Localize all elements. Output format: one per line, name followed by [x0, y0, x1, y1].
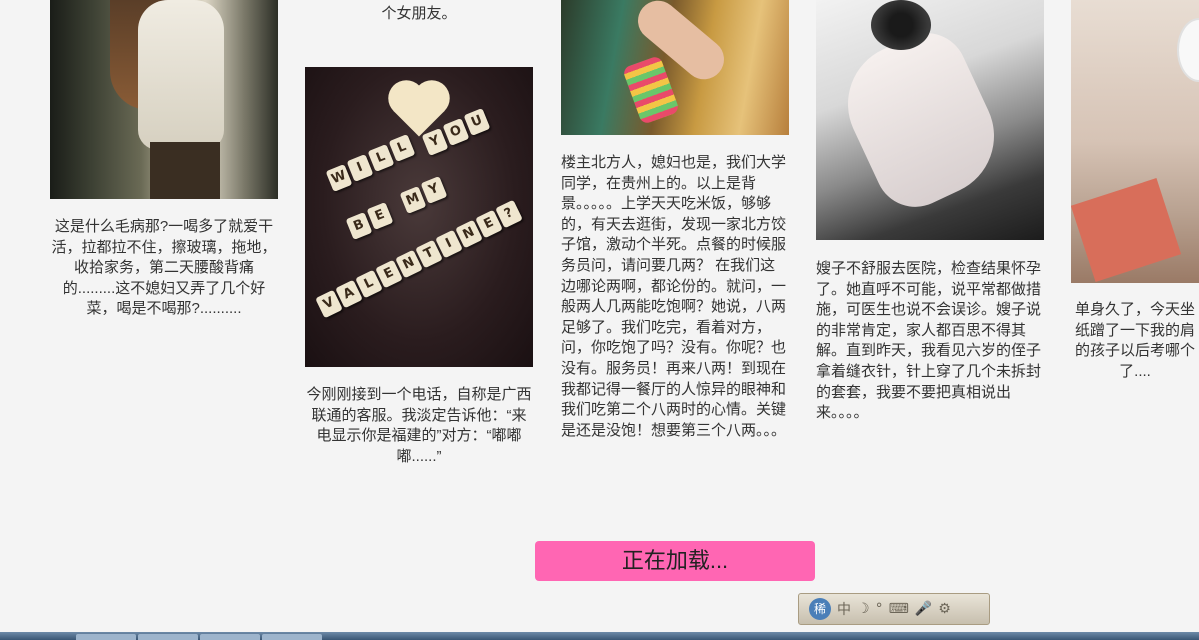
card-caption-5[interactable]: 单身久了，今天坐纸蹭了一下我的肩的孩子以后考哪个了....	[1071, 300, 1199, 384]
letter-tile: U	[463, 108, 491, 136]
punctuation-icon[interactable]: °	[876, 601, 883, 617]
card-caption-4[interactable]: 嫂子不舒服去医院，检查结果怀孕了。她直呼不可能，说平常都做措施，可医生也说不会误…	[816, 259, 1044, 424]
moon-icon[interactable]: ☽	[857, 601, 870, 617]
card-photo-5[interactable]	[1071, 0, 1199, 283]
taskbar-item[interactable]	[76, 634, 136, 640]
card-photo-3[interactable]	[561, 0, 789, 135]
loading-button[interactable]: 正在加载...	[535, 541, 815, 581]
card-caption-0: 个女朋友。	[381, 5, 457, 22]
mic-icon[interactable]: 🎤	[915, 601, 932, 617]
card-photo-1[interactable]	[50, 0, 278, 199]
ime-toolbar[interactable]: 稀 中 ☽ ° ⌨ 🎤 ⚙	[798, 593, 990, 625]
card-caption-2[interactable]: 今刚刚接到一个电话，自称是广西联通的客服。我淡定告诉他：“来电显示你是福建的”对…	[305, 385, 533, 467]
gear-icon[interactable]: ⚙	[938, 601, 951, 617]
letter-tile: L	[388, 134, 416, 162]
ime-chinese-mode[interactable]: 中	[837, 599, 851, 619]
taskbar-item[interactable]	[138, 634, 198, 640]
letter-tile: Y	[420, 176, 448, 204]
keyboard-icon[interactable]: ⌨	[889, 601, 909, 617]
card-caption-3[interactable]: 楼主北方人，媳妇也是，我们大学同学，在贵州上的。以上是背景。。。。。上学天天吃米…	[561, 153, 789, 441]
letter-tile: E	[366, 202, 394, 230]
ime-logo-icon[interactable]: 稀	[809, 598, 831, 620]
card-photo-2[interactable]: W I L L Y O U B E M Y V A L E N T I N E?	[305, 67, 533, 367]
card-caption-1[interactable]: 这是什么毛病那?一喝多了就爱干活，拉都拉不住，擦玻璃，拖地，收拾家务，第二天腰酸…	[50, 217, 278, 320]
card-photo-4[interactable]	[816, 0, 1044, 240]
taskbar-item[interactable]	[200, 634, 260, 640]
taskbar-item[interactable]	[262, 634, 322, 640]
